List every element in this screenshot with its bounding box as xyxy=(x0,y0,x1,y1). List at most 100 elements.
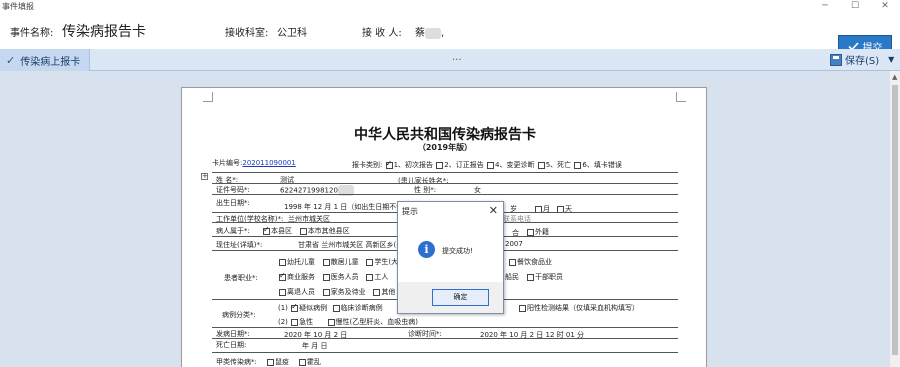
close-icon[interactable]: ✕ xyxy=(489,204,498,217)
receiver-value: 蔡, xyxy=(415,27,445,39)
receiver-label: 接 收 人: xyxy=(362,28,402,39)
document-subtitle: （2019年版） xyxy=(417,143,473,152)
abroad-checkbox[interactable] xyxy=(527,228,534,236)
card-no-field: 卡片编号:202011090001 xyxy=(212,158,296,168)
scroll-thumb[interactable] xyxy=(892,85,898,355)
occupation-row-2-mid: 船民 xyxy=(505,273,519,281)
event-name-label: 事件名称: xyxy=(10,28,54,39)
report-type-checkbox[interactable] xyxy=(574,161,582,169)
notifiable-checkbox[interactable] xyxy=(267,358,274,366)
case-class-row-1-tail: 阳性检测结果（仅填采血机构填写） xyxy=(518,303,639,313)
maximize-button[interactable]: ☐ xyxy=(840,0,870,13)
table-divider xyxy=(212,172,678,173)
more-dots[interactable]: ... xyxy=(452,52,462,63)
report-type-checkbox[interactable] xyxy=(487,161,494,169)
notifiable-label: 甲类传染病*: xyxy=(216,358,257,366)
report-type-checkbox[interactable] xyxy=(537,161,545,169)
report-type-checkbox[interactable] xyxy=(436,161,444,169)
margin-mark xyxy=(203,92,213,102)
tab-label: 传染病上报卡 xyxy=(20,56,81,68)
case-class-checkbox[interactable] xyxy=(519,304,526,312)
occupation-checkbox[interactable] xyxy=(279,288,286,296)
case-class-checkbox[interactable] xyxy=(291,318,299,326)
report-type-option: 5、死亡 xyxy=(545,161,572,169)
occupation-row-2: 商业服务 医务人员 工人 xyxy=(278,271,388,282)
occupation-checkbox[interactable] xyxy=(322,258,330,266)
dialog-message: 提交成功! xyxy=(442,247,473,255)
dialog-title: 提示 xyxy=(402,207,418,216)
death-label: 死亡日期: xyxy=(216,341,247,349)
event-info-bar: 事件名称: 传染病报告卡 接收科室: 公卫科 接 收 人: 蔡, 提交 xyxy=(0,13,900,57)
card-no-value[interactable]: 202011090001 xyxy=(242,159,295,167)
case-class-checkbox[interactable] xyxy=(291,302,299,312)
dept-label: 接收科室: xyxy=(225,28,269,39)
save-label: 保存(S) xyxy=(845,56,880,67)
message-dialog: 提示 ✕ i 提交成功! 确定 xyxy=(397,201,504,314)
save-button[interactable]: 保存(S) ▼ xyxy=(830,52,894,67)
address-value[interactable]: 甘肃省 兰州市城关区 高新区乡( xyxy=(298,240,396,250)
notifiable-options: 鼠疫 霍乱 xyxy=(266,357,321,367)
occupation-checkbox[interactable] xyxy=(279,258,286,266)
occupation-checkbox[interactable] xyxy=(527,273,534,281)
belong-label: 病人属于*: xyxy=(216,227,250,235)
tab-infectious-report[interactable]: ✓ 传染病上报卡 xyxy=(0,49,90,71)
report-type-option: 2、订正报告 xyxy=(444,161,484,169)
occupation-row-3: 离退人员 家务及待业 其他 xyxy=(278,287,395,297)
report-type-checkbox[interactable] xyxy=(385,159,393,169)
occupation-row-1: 幼托儿童 散居儿童 学生(大 xyxy=(278,257,398,267)
scroll-up-icon[interactable]: ▲ xyxy=(892,73,897,81)
ok-button[interactable]: 确定 xyxy=(432,289,489,306)
belong-options: 本县区 本市其他县区 xyxy=(262,225,350,236)
table-divider xyxy=(212,338,678,339)
dept-value: 公卫科 xyxy=(277,28,307,39)
case-class-label: 病例分类*: xyxy=(222,311,256,319)
occupation-label: 患者职业*: xyxy=(224,274,258,282)
address-label: 现住址(详填)*: xyxy=(216,241,263,249)
belong-option: 本县区 xyxy=(271,227,292,235)
dialog-footer: 确定 xyxy=(398,282,503,313)
table-divider xyxy=(212,183,678,184)
card-no-label: 卡片编号: xyxy=(212,159,243,167)
occupation-checkbox[interactable] xyxy=(322,288,330,296)
table-divider xyxy=(212,194,678,195)
window-titlebar: 事件填报 ─ ☐ ✕ xyxy=(0,0,900,13)
info-icon: i xyxy=(418,241,435,258)
tab-bar: ✓ 传染病上报卡 ... 保存(S) ▼ xyxy=(0,49,900,71)
minimize-button[interactable]: ─ xyxy=(810,0,840,13)
disk-icon xyxy=(830,53,842,66)
case-class-checkbox[interactable] xyxy=(327,318,335,326)
report-type-group: 报卡类别: 1、初次报告 2、订正报告 4、变更诊断 5、死亡 6、填卡错误 xyxy=(352,159,622,170)
notifiable-checkbox[interactable] xyxy=(298,358,306,366)
occupation-checkbox[interactable] xyxy=(373,288,381,296)
redacted-mark xyxy=(425,27,441,39)
belong-checkbox[interactable] xyxy=(299,227,307,235)
report-type-option: 1、初次报告 xyxy=(393,161,434,169)
case-class-row-1: (1) 疑似病例 临床诊断病例 xyxy=(278,302,383,313)
occupation-checkbox[interactable] xyxy=(322,273,330,281)
table-expand-handle[interactable]: + xyxy=(201,173,208,180)
occupation-checkbox[interactable] xyxy=(279,271,286,281)
case-class-checkbox[interactable] xyxy=(332,304,340,312)
check-icon: ✓ xyxy=(6,53,16,67)
occupation-checkbox[interactable] xyxy=(366,273,374,281)
table-divider xyxy=(212,327,678,328)
dialog-body: i 提交成功! xyxy=(398,220,503,282)
belong-option: 本市其他县区 xyxy=(307,227,350,235)
case-class-row-2: (2) 急性 慢性(乙型肝炎、血吸虫病) xyxy=(278,318,418,326)
window-title: 事件填报 xyxy=(2,2,34,11)
death-value[interactable]: 年 月 日 xyxy=(302,341,327,351)
document-title: 中华人民共和国传染病报告卡 xyxy=(354,127,536,143)
close-window-button[interactable]: ✕ xyxy=(870,0,900,13)
belong-checkbox[interactable] xyxy=(263,225,270,235)
report-type-label: 报卡类别: xyxy=(352,161,383,169)
occupation-checkbox[interactable] xyxy=(366,258,374,266)
report-type-option: 4、变更诊断 xyxy=(495,161,535,169)
dropdown-arrow-icon[interactable]: ▼ xyxy=(888,55,894,64)
window-controls: ─ ☐ ✕ xyxy=(810,0,900,13)
occupation-row-1-tail: 餐饮食品业 xyxy=(508,257,552,267)
occupation-row-2-tail: 干部职员 xyxy=(526,272,563,282)
vertical-scrollbar[interactable]: ▲ xyxy=(890,71,900,367)
margin-mark xyxy=(676,92,686,102)
dob-value[interactable]: 1998 年 12 月 1 日（如出生日期不详 xyxy=(284,202,403,212)
occupation-checkbox[interactable] xyxy=(509,258,516,266)
